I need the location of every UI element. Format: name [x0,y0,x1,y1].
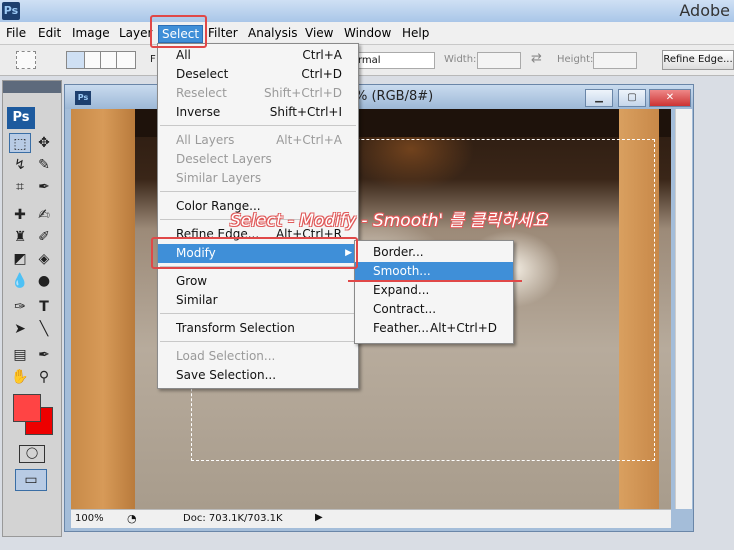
status-arrow-icon[interactable]: ▶ [315,512,323,523]
move-tool-icon[interactable]: ✥ [33,133,55,153]
intersect-selection-icon[interactable] [116,51,136,69]
height-label: Height: [557,54,594,65]
annotation-select-box [150,15,207,48]
menu-item-all-layers: All Layers Alt+Ctrl+A [176,133,342,147]
brush-tool-icon[interactable]: ✍ [33,205,55,225]
menu-analysis[interactable]: Analysis [248,25,297,41]
eyedropper-tool-icon[interactable]: ✒ [33,177,55,197]
marquee-preset-icon[interactable] [16,51,36,69]
vertical-scrollbar[interactable] [675,109,692,509]
menu-item-deselect-layers: Deselect Layers [176,152,272,166]
menu-edit[interactable]: Edit [38,25,61,41]
menu-view[interactable]: View [305,25,333,41]
document-icon: Ps [75,91,91,105]
options-bar: F rmal Width: ⇄ Height: Refine Edge... [0,45,734,76]
swap-icon[interactable]: ⇄ [531,51,542,66]
paint-bucket-icon[interactable]: ◈ [33,249,55,269]
feather-label: F [150,54,156,65]
menu-image[interactable]: Image [72,25,110,41]
menu-bar: File Edit Image Layer Select Filter Anal… [0,22,734,45]
menu-layer[interactable]: Layer [119,25,152,41]
menu-separator [160,125,356,126]
app-title: Adobe [679,1,730,20]
menu-item-reselect: Reselect Shift+Ctrl+D [176,86,342,100]
menu-filter[interactable]: Filter [208,25,238,41]
annotation-modify-box [151,237,358,269]
menu-item-similar[interactable]: Similar [158,291,358,310]
status-bar: 100% ◔ Doc: 703.1K/703.1K ▶ [71,509,671,528]
submenu-item-expand[interactable]: Expand... [355,281,513,300]
width-label: Width: [444,54,477,65]
hand-tool-icon[interactable]: ✋ [9,367,31,387]
app-logo-icon: Ps [2,2,20,20]
foreground-color-swatch[interactable] [13,394,41,422]
menu-separator [160,191,356,192]
screen-mode-icon[interactable]: ▭ [15,469,47,491]
color-sampler-icon[interactable]: ✒ [33,345,55,365]
height-field[interactable] [593,52,637,69]
zoom-tool-icon[interactable]: ⚲ [33,367,55,387]
menu-item-deselect[interactable]: Deselect Ctrl+D [158,65,358,84]
menu-window[interactable]: Window [344,25,391,41]
menu-file[interactable]: File [6,25,26,41]
menu-separator [160,341,356,342]
close-button[interactable]: ✕ [649,89,691,107]
blur-tool-icon[interactable]: 💧 [9,271,31,291]
submenu-item-contract[interactable]: Contract... [355,300,513,319]
toolbox: Ps ⬚ ✥ ↯ ✎ ⌗ ✒ ✚ ✍ ♜ ✐ ◩ ◈ 💧 ● ✑ T ➤ ╲ ▤… [2,80,62,537]
magic-wand-icon[interactable]: ✎ [33,155,55,175]
crop-tool-icon[interactable]: ⌗ [9,177,31,197]
menu-item-load-selection: Load Selection... [176,349,276,363]
status-menu-icon[interactable]: ◔ [127,512,137,525]
submenu-item-feather[interactable]: Feather... Alt+Ctrl+D [355,319,513,338]
lasso-tool-icon[interactable]: ↯ [9,155,31,175]
line-tool-icon[interactable]: ╲ [33,319,55,339]
maximize-button[interactable]: ▢ [618,89,646,107]
refine-edge-button[interactable]: Refine Edge... [662,50,734,70]
document-title: % (RGB/8#) [355,89,434,104]
minimize-button[interactable]: ▁ [585,89,613,107]
modify-submenu: Border... Smooth... Expand... Contract..… [354,240,514,344]
menu-item-grow[interactable]: Grow [158,272,358,291]
menu-item-similar-layers: Similar Layers [176,171,262,185]
photo-chair-leg [71,109,135,509]
menu-item-save-selection[interactable]: Save Selection... [158,366,358,385]
path-select-icon[interactable]: ➤ [9,319,31,339]
style-select[interactable]: rmal [355,52,435,69]
doc-size-info: Doc: 703.1K/703.1K [183,513,283,524]
quick-mask-icon[interactable]: ◯ [19,445,45,463]
eraser-tool-icon[interactable]: ◩ [9,249,31,269]
width-field[interactable] [477,52,521,69]
menu-item-transform-selection[interactable]: Transform Selection [158,319,358,338]
history-brush-icon[interactable]: ✐ [33,227,55,247]
new-selection-icon[interactable] [66,51,86,69]
title-bar: Ps Adobe [0,0,734,22]
annotation-smooth-underline [348,280,522,282]
annotation-instruction: Select - Modify - Smooth' 를 클릭하세요 [230,211,548,231]
clone-stamp-icon[interactable]: ♜ [9,227,31,247]
submenu-item-border[interactable]: Border... [355,243,513,262]
zoom-level[interactable]: 100% [75,513,104,524]
menu-item-inverse[interactable]: Inverse Shift+Ctrl+I [158,103,358,122]
dodge-tool-icon[interactable]: ● [33,271,55,291]
marquee-tool-icon[interactable]: ⬚ [9,133,31,153]
menu-item-all[interactable]: All Ctrl+A [158,46,358,65]
toolbox-header[interactable] [3,81,61,93]
submenu-item-smooth[interactable]: Smooth... [355,262,513,281]
healing-brush-icon[interactable]: ✚ [9,205,31,225]
menu-help[interactable]: Help [402,25,429,41]
toolbox-logo[interactable]: Ps [7,107,35,129]
pen-tool-icon[interactable]: ✑ [9,297,31,317]
notes-tool-icon[interactable]: ▤ [9,345,31,365]
menu-separator [160,313,356,314]
type-tool-icon[interactable]: T [33,297,55,317]
